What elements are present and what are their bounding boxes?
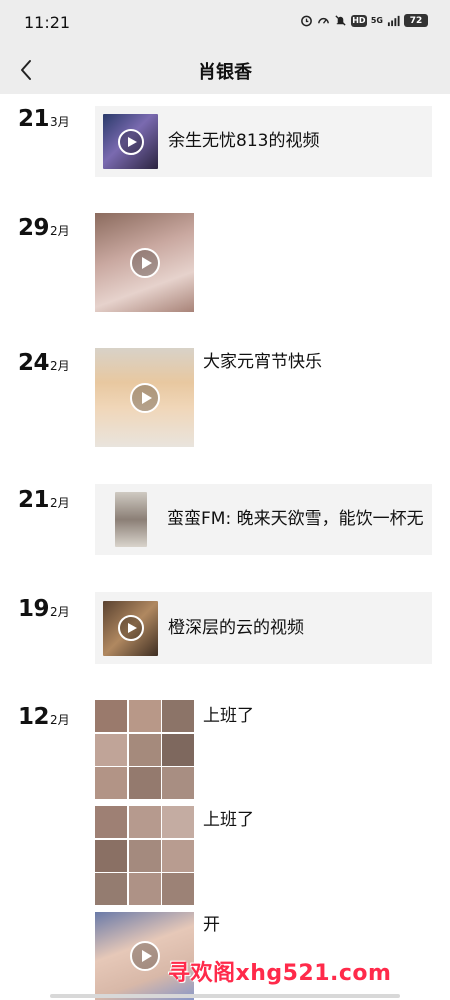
hd-icon: HD	[350, 14, 367, 27]
card-text: 蛮蛮FM: 晚来天欲雪，能饮一杯无	[167, 509, 424, 529]
card-text: 橙深层的云的视频	[168, 617, 304, 638]
photo-thumbnail	[162, 806, 194, 838]
battery-icon: 72	[404, 14, 428, 27]
music-thumbnail	[115, 492, 147, 547]
date-day: 19	[18, 596, 50, 622]
photo-thumbnail	[162, 700, 194, 732]
photo-thumbnail	[128, 873, 161, 905]
date-month: 2月	[50, 359, 70, 373]
post-date: 21 2月	[18, 487, 70, 513]
status-icons: HD 5G 72	[300, 14, 428, 27]
post-text: 大家元宵节快乐	[203, 352, 322, 372]
photo-thumbnail	[128, 700, 161, 732]
photo-thumbnail	[128, 733, 161, 766]
photo-thumbnail	[95, 839, 127, 872]
bottom-scroll-indicator	[50, 994, 400, 998]
status-time: 11:21	[24, 13, 71, 32]
play-icon	[117, 128, 144, 155]
photo-grid[interactable]	[95, 700, 194, 799]
signal-icon	[387, 15, 400, 27]
date-month: 3月	[50, 115, 70, 129]
date-day: 21	[18, 106, 50, 132]
video-thumbnail	[103, 114, 158, 169]
alarm-icon	[300, 15, 312, 27]
shared-video-card[interactable]: 橙深层的云的视频	[95, 592, 432, 664]
speed-icon	[317, 17, 329, 24]
video-thumbnail	[103, 600, 158, 656]
photo-grid[interactable]	[95, 806, 194, 905]
post-date: 24 2月	[18, 350, 70, 376]
video-thumbnail[interactable]	[95, 213, 194, 312]
photo-thumbnail	[162, 733, 194, 766]
photo-thumbnail	[128, 839, 161, 872]
watermark: 寻欢阁xhg521.com	[168, 961, 392, 986]
photo-thumbnail	[162, 767, 194, 799]
date-month: 2月	[50, 713, 70, 727]
photo-thumbnail	[95, 733, 127, 766]
photo-thumbnail	[128, 767, 161, 799]
photo-thumbnail	[95, 767, 127, 799]
date-month: 2月	[50, 496, 70, 510]
date-day: 21	[18, 487, 50, 513]
photo-thumbnail	[162, 839, 194, 872]
post-text: 上班了	[203, 706, 254, 726]
play-icon	[129, 941, 160, 971]
mute-icon	[335, 15, 346, 26]
photo-thumbnail	[128, 806, 161, 838]
post-date: 19 2月	[18, 596, 70, 622]
card-text: 余生无忧813的视频	[168, 131, 320, 151]
post-date: 29 2月	[18, 215, 70, 241]
play-icon	[129, 382, 160, 413]
play-icon	[129, 247, 160, 278]
status-bar: 11:21 HD 5G 72	[0, 0, 450, 46]
play-icon	[117, 615, 144, 641]
post-date: 12 2月	[18, 704, 70, 730]
video-thumbnail[interactable]	[95, 348, 194, 447]
date-day: 12	[18, 704, 50, 730]
post-text: 开	[203, 915, 220, 935]
photo-thumbnail	[95, 873, 127, 905]
date-day: 24	[18, 350, 50, 376]
date-month: 2月	[50, 605, 70, 619]
post-date: 21 3月	[18, 106, 70, 132]
photo-thumbnail	[95, 806, 127, 838]
page-title: 肖银香	[198, 62, 252, 83]
shared-music-card[interactable]: 蛮蛮FM: 晚来天欲雪，能饮一杯无	[95, 484, 432, 555]
network-type: 5G	[370, 16, 383, 25]
photo-thumbnail	[95, 700, 127, 732]
photo-thumbnail	[162, 873, 194, 905]
nav-bar: 肖银香	[0, 46, 450, 94]
shared-video-card[interactable]: 余生无忧813的视频	[95, 106, 432, 177]
post-text: 上班了	[203, 810, 254, 830]
date-month: 2月	[50, 224, 70, 238]
date-day: 29	[18, 215, 50, 241]
